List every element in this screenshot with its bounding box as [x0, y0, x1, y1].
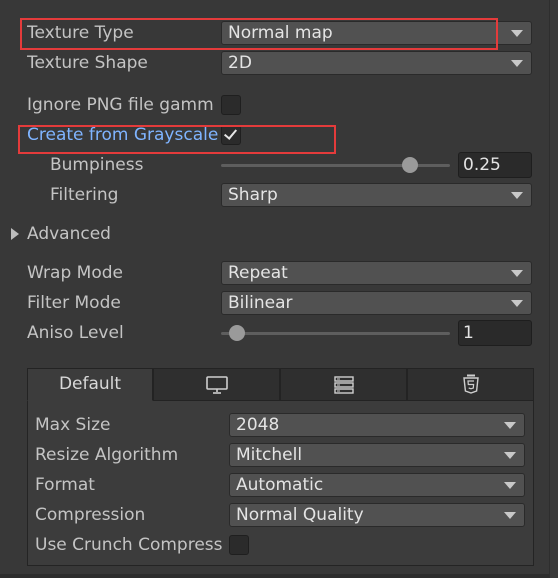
chevron-down-icon — [511, 300, 523, 307]
use-crunch-compression-checkbox[interactable] — [229, 535, 249, 555]
bottom-border — [0, 574, 549, 578]
chevron-down-icon — [511, 60, 523, 67]
filtering-value: Sharp — [228, 185, 278, 205]
chevron-down-icon — [504, 512, 516, 519]
max-size-label: Max Size — [35, 415, 111, 435]
texture-shape-label: Texture Shape — [27, 53, 148, 73]
format-value: Automatic — [236, 475, 324, 495]
chevron-down-icon — [504, 482, 516, 489]
format-dropdown[interactable]: Automatic — [229, 473, 525, 497]
wrap-mode-dropdown[interactable]: Repeat — [221, 261, 532, 285]
resize-algorithm-dropdown[interactable]: Mitchell — [229, 443, 525, 467]
compression-dropdown[interactable]: Normal Quality — [229, 503, 525, 527]
resize-algorithm-label: Resize Algorithm — [35, 445, 179, 465]
bumpiness-slider-thumb[interactable] — [402, 157, 418, 173]
create-from-grayscale-highlight — [18, 125, 336, 154]
foldout-arrow-icon[interactable] — [11, 228, 19, 240]
max-size-value: 2048 — [236, 415, 280, 435]
filter-mode-value: Bilinear — [228, 293, 293, 313]
tab-standalone[interactable] — [153, 368, 280, 401]
chevron-down-icon — [511, 270, 523, 277]
aniso-level-slider-thumb[interactable] — [229, 325, 245, 341]
tab-server[interactable] — [280, 368, 407, 401]
wrap-mode-value: Repeat — [228, 263, 288, 283]
texture-shape-value: 2D — [228, 53, 252, 73]
html5-icon — [463, 374, 479, 394]
tab-default[interactable]: Default — [27, 368, 153, 401]
compression-label: Compression — [35, 505, 146, 525]
chevron-down-icon — [511, 192, 523, 199]
use-crunch-compression-label: Use Crunch Compress — [35, 535, 223, 555]
wrap-mode-label: Wrap Mode — [27, 263, 123, 283]
chevron-down-icon — [511, 30, 523, 37]
filtering-label: Filtering — [50, 185, 119, 205]
format-label: Format — [35, 475, 95, 495]
filtering-dropdown[interactable]: Sharp — [221, 183, 532, 207]
tab-default-label: Default — [58, 374, 122, 394]
bumpiness-label: Bumpiness — [50, 155, 144, 175]
bumpiness-field[interactable]: 0.25 — [458, 152, 532, 178]
aniso-level-label: Aniso Level — [27, 323, 124, 343]
compression-value: Normal Quality — [236, 505, 364, 525]
server-rack-icon — [334, 376, 354, 394]
texture-type-highlight — [20, 18, 498, 50]
aniso-level-field[interactable]: 1 — [458, 320, 532, 346]
max-size-dropdown[interactable]: 2048 — [229, 413, 525, 437]
advanced-foldout-label[interactable]: Advanced — [27, 223, 177, 245]
filter-mode-dropdown[interactable]: Bilinear — [221, 291, 532, 315]
ignore-png-gamma-label: Ignore PNG file gamm — [27, 95, 214, 115]
tab-webgl[interactable] — [407, 368, 534, 401]
texture-shape-dropdown[interactable]: 2D — [221, 51, 532, 75]
resize-algorithm-value: Mitchell — [236, 445, 303, 465]
filter-mode-label: Filter Mode — [27, 293, 121, 313]
scrollbar[interactable] — [549, 0, 558, 578]
chevron-down-icon — [504, 422, 516, 429]
chevron-down-icon — [504, 452, 516, 459]
aniso-level-slider-track[interactable] — [221, 332, 450, 335]
monitor-icon — [206, 376, 228, 394]
ignore-png-gamma-checkbox[interactable] — [221, 95, 241, 115]
